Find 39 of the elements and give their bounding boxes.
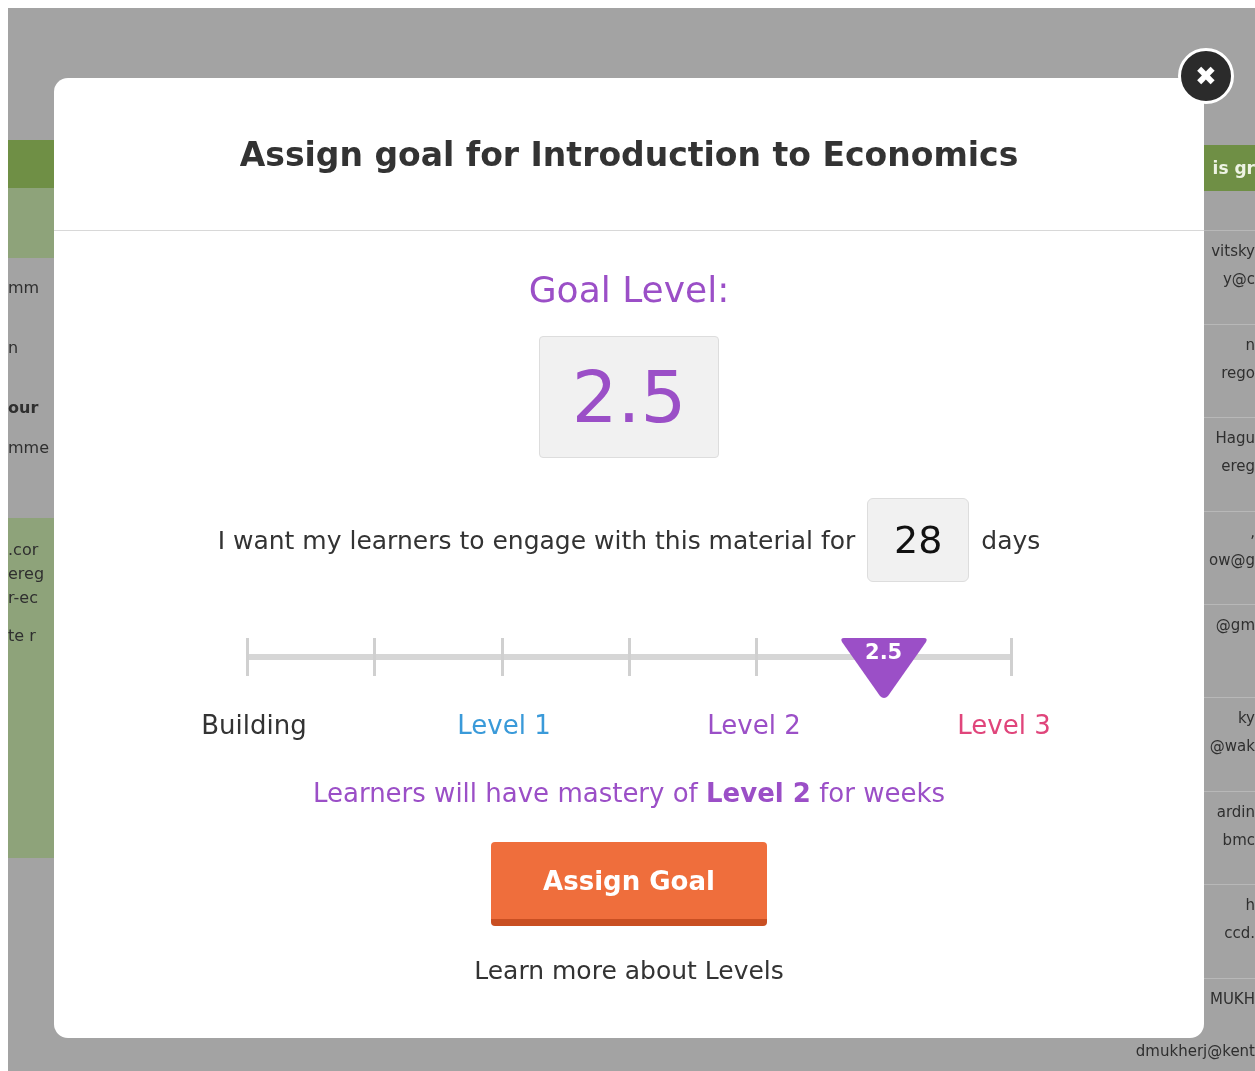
header-bar <box>8 140 54 188</box>
background-name: n <box>1245 334 1255 355</box>
duration-label: I want my learners to engage with this material for <box>217 525 856 555</box>
level-label: Level 1 <box>456 710 552 740</box>
background-text: te r <box>8 625 36 647</box>
background-name: , <box>1250 521 1255 542</box>
background-name: ardin <box>1216 801 1255 822</box>
background-email: dmukherj@kent <box>1135 1040 1255 1061</box>
background-text: mm <box>8 278 40 299</box>
background-name: vitsky <box>1211 241 1255 262</box>
learn-more-link[interactable]: Learn more about Levels <box>474 956 784 985</box>
level-slider[interactable]: 2.5 <box>247 634 1011 700</box>
background-name: Hagu <box>1215 428 1255 449</box>
background-name: ky <box>1237 708 1255 729</box>
background-email: ereg <box>1221 456 1255 477</box>
background-email: y@c <box>1222 269 1255 290</box>
background-email: bmc <box>1222 829 1255 850</box>
level-label: Building <box>200 710 308 740</box>
days-label: days <box>981 525 1041 555</box>
level-label: Level 2 <box>706 710 802 740</box>
background-text: ereg <box>8 563 45 585</box>
days-field[interactable]: 28 <box>867 498 970 582</box>
background-text: mme <box>8 438 49 459</box>
background-text: n <box>8 338 19 359</box>
background-email: ow@g <box>1209 549 1255 570</box>
mastery-text: Learners will have mastery of Level 2 for weeks <box>312 778 946 808</box>
background-email: @wak <box>1209 736 1255 757</box>
background-text: our <box>8 398 39 419</box>
goal-heading: Goal Level: <box>528 269 730 310</box>
background-header: is gr <box>1204 145 1255 191</box>
background-email: @gm <box>1215 615 1255 635</box>
level-label: Level 3 <box>956 710 1052 740</box>
background-name: h <box>1245 895 1255 916</box>
goal-value: 2.5 <box>539 336 719 458</box>
background-text: r-ec <box>8 587 38 609</box>
background-name: MUKH <box>1209 988 1255 1009</box>
background-email: rego <box>1221 362 1255 383</box>
background-email: ccd. <box>1224 923 1255 944</box>
background-text: .cor <box>8 539 39 561</box>
